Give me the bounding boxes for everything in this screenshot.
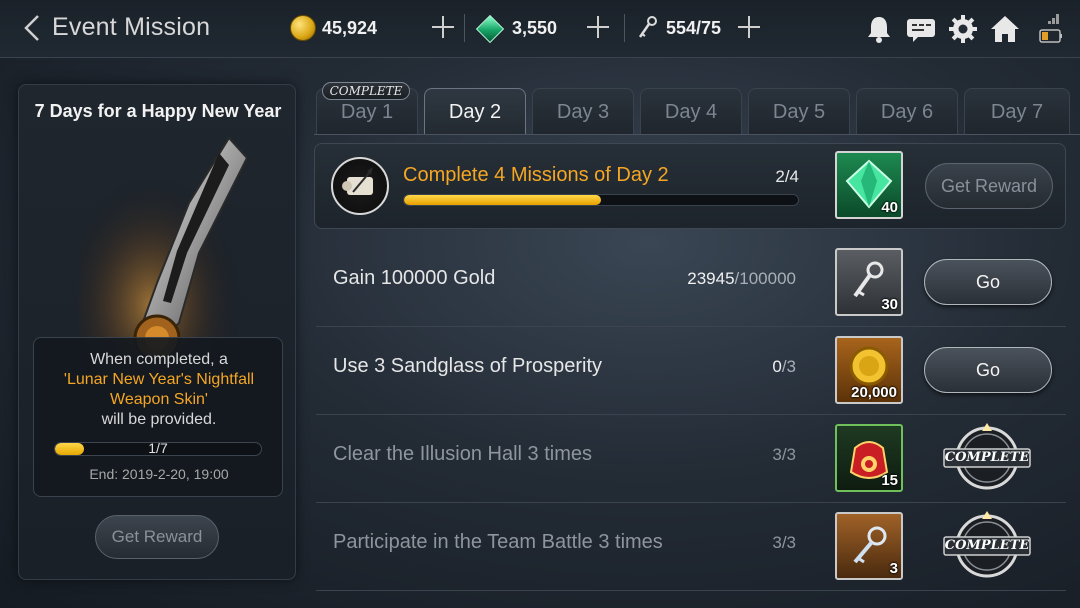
add-gem-plus-icon[interactable] [585, 14, 611, 40]
tab-day-6[interactable]: Day 6 [856, 88, 958, 134]
mission-reward-pouch[interactable]: 15 [835, 424, 903, 492]
mission-progress-current: 0 [772, 357, 782, 376]
mission-name: Participate in the Team Battle 3 times [333, 531, 663, 553]
mission-row: Participate in the Team Battle 3 times 3… [316, 503, 1066, 591]
main-mission-progress-bar [403, 194, 799, 206]
main-mission-count: 2/4 [775, 167, 799, 186]
divider [464, 14, 465, 42]
home-icon[interactable] [988, 12, 1022, 46]
complete-badge: COMPLETE [942, 511, 1032, 581]
mission-progress: 0/3 [772, 357, 796, 377]
reward-quantity: 40 [881, 199, 898, 216]
mission-name: Clear the Illusion Hall 3 times [333, 443, 592, 465]
event-get-reward-button[interactable]: Get Reward [95, 515, 219, 559]
mission-progress-total: /3 [781, 357, 796, 376]
tab-day-5[interactable]: Day 5 [748, 88, 850, 134]
tab-day-3[interactable]: Day 3 [532, 88, 634, 134]
mission-progress: 3/3 [772, 445, 796, 464]
stamina-amount: 554/75 [666, 17, 722, 38]
event-progress-text: 1/7 [148, 440, 168, 456]
bell-icon[interactable] [862, 12, 896, 46]
event-title: 7 Days for a Happy New Year [34, 101, 282, 121]
reward-quantity: 3 [889, 560, 898, 577]
event-reward-box: When completed, a 'Lunar New Year's Nigh… [33, 337, 283, 497]
gem-amount: 3,550 [512, 17, 558, 38]
complete-badge-label: COMPLETE [944, 450, 1030, 465]
mission-reward-silver-key[interactable]: 3 [835, 512, 903, 580]
signal-battery-icon [1034, 12, 1064, 46]
main-mission-card: Complete 4 Missions of Day 2 2/4 40 Get … [314, 143, 1066, 229]
add-gold-plus-icon[interactable] [430, 14, 456, 40]
main-mission-progress-fill [404, 195, 601, 205]
event-end-date: End: 2019-2-20, 19:00 [89, 466, 229, 482]
scroll-quill-icon [331, 157, 389, 215]
gem-display: 3,550 [476, 13, 557, 43]
gem-icon [476, 15, 502, 41]
reward-quantity: 15 [881, 472, 898, 489]
mission-reward-key[interactable]: 30 [835, 248, 903, 316]
mission-name: Gain 100000 Gold [333, 267, 496, 289]
tab-day-2[interactable]: Day 2 [424, 88, 526, 134]
mission-progress: 3/3 [772, 533, 796, 552]
mission-progress-current: 23945 [687, 269, 735, 288]
mission-row: Gain 100000 Gold 23945/100000 30 Go [316, 239, 1066, 327]
go-button[interactable]: Go [924, 259, 1052, 305]
complete-badge: COMPLETE [942, 423, 1032, 493]
stamina-key-icon [636, 15, 660, 41]
mission-progress-total: /100000 [734, 269, 796, 288]
day-1-complete-tag: COMPLETE [322, 82, 410, 100]
divider [624, 14, 625, 42]
main-mission-title: Complete 4 Missions of Day 2 [403, 164, 669, 186]
reward-line: will be provided. [101, 411, 217, 428]
tab-day-7[interactable]: Day 7 [964, 88, 1070, 134]
gold-coin-icon [290, 15, 316, 41]
tab-day-4[interactable]: Day 4 [640, 88, 742, 134]
main-reward-gem[interactable]: 40 [835, 151, 903, 219]
event-reward-description: When completed, a 'Lunar New Year's Nigh… [34, 350, 284, 430]
back-arrow-icon[interactable] [18, 12, 46, 44]
top-bar: Event Mission 45,924 3,550 554/75 [0, 0, 1080, 58]
mission-row: Clear the Illusion Hall 3 times 3/3 15 C… [316, 415, 1066, 503]
gold-amount: 45,924 [322, 17, 378, 38]
mission-row: Use 3 Sandglass of Prosperity 0/3 20,000… [316, 327, 1066, 415]
weapon-skin-name: 'Lunar New Year's Nightfall Weapon Skin' [63, 371, 255, 408]
go-button[interactable]: Go [924, 347, 1052, 393]
settings-gear-icon[interactable] [946, 12, 980, 46]
tab-underline [314, 134, 1080, 135]
chat-icon[interactable] [904, 12, 938, 46]
mission-progress: 23945/100000 [687, 269, 796, 289]
gold-display: 45,924 [290, 13, 377, 43]
add-stamina-plus-icon[interactable] [736, 14, 762, 40]
event-panel: 7 Days for a Happy New Year When complet… [18, 84, 296, 580]
mission-name: Use 3 Sandglass of Prosperity [333, 355, 603, 377]
reward-quantity: 30 [881, 296, 898, 313]
reward-line: When completed, a [90, 351, 228, 368]
reward-quantity: 20,000 [851, 384, 897, 401]
stamina-display: 554/75 [636, 13, 721, 43]
mission-reward-gold[interactable]: 20,000 [835, 336, 903, 404]
main-get-reward-button[interactable]: Get Reward [925, 163, 1053, 209]
page-title: Event Mission [52, 13, 211, 41]
complete-badge-label: COMPLETE [944, 538, 1030, 553]
